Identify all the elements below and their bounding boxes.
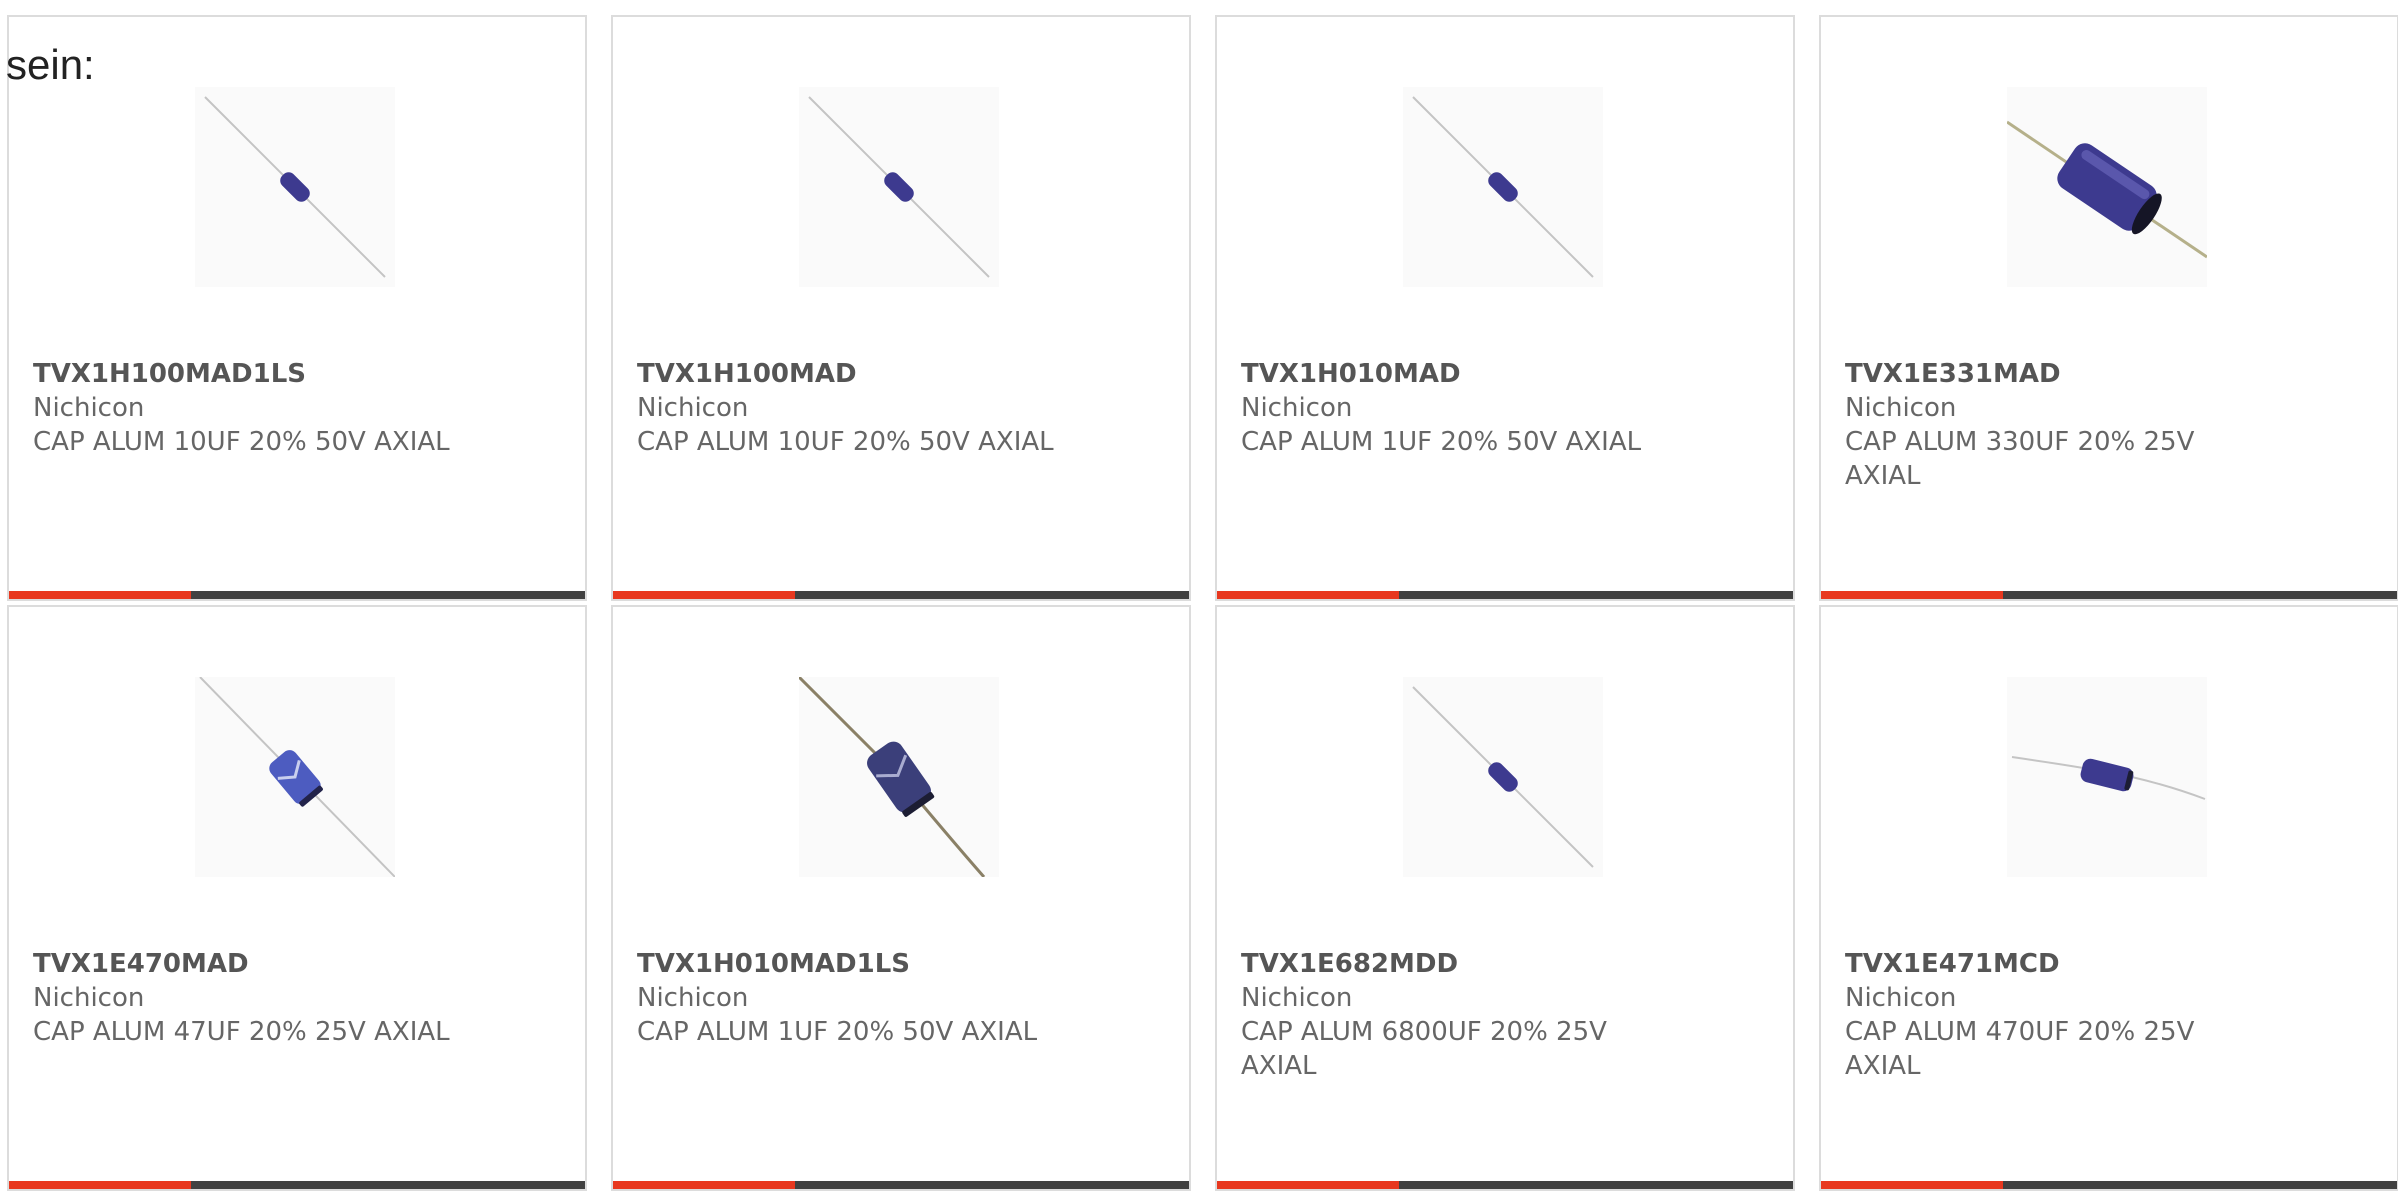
product-image[interactable] — [1403, 87, 1603, 287]
capacitor-small-icon — [1412, 686, 1594, 868]
card-accent-bar — [1821, 1181, 2397, 1189]
manufacturer: Nichicon — [637, 983, 749, 1013]
card-accent-bar — [9, 1181, 585, 1189]
product-image[interactable] — [2007, 87, 2207, 287]
capacitor-sleeved-icon — [199, 677, 395, 877]
description: CAP ALUM 10UF 20% 50V AXIAL — [33, 427, 450, 457]
product-grid: TVX1H100MAD1LS Nichicon CAP ALUM 10UF 20… — [7, 15, 2398, 1191]
part-number[interactable]: TVX1H010MAD — [1241, 357, 1761, 391]
product-card[interactable]: TVX1E470MAD Nichicon CAP ALUM 47UF 20% 2… — [7, 605, 587, 1191]
product-image[interactable] — [799, 87, 999, 287]
part-number[interactable]: TVX1E682MDD — [1241, 947, 1761, 981]
product-card[interactable]: TVX1H010MAD1LS Nichicon CAP ALUM 1UF 20%… — [611, 605, 1191, 1191]
capacitor-small-icon — [1412, 96, 1594, 278]
product-card[interactable]: TVX1H010MAD Nichicon CAP ALUM 1UF 20% 50… — [1215, 15, 1795, 601]
capacitor-small-icon — [204, 96, 386, 278]
product-card[interactable]: TVX1H100MAD Nichicon CAP ALUM 10UF 20% 5… — [611, 15, 1191, 601]
product-card[interactable]: TVX1E331MAD Nichicon CAP ALUM 330UF 20% … — [1819, 15, 2398, 601]
card-accent-bar — [613, 591, 1189, 599]
intro-text: sein: — [6, 41, 95, 88]
manufacturer: Nichicon — [637, 393, 749, 423]
product-card[interactable]: TVX1E682MDD Nichicon CAP ALUM 6800UF 20%… — [1215, 605, 1795, 1191]
part-number[interactable]: TVX1H010MAD1LS — [637, 947, 1157, 981]
card-accent-bar — [613, 1181, 1189, 1189]
product-card[interactable]: TVX1E471MCD Nichicon CAP ALUM 470UF 20% … — [1819, 605, 2398, 1191]
manufacturer: Nichicon — [1845, 393, 1957, 423]
manufacturer: Nichicon — [33, 393, 145, 423]
capacitor-horizontal-icon — [2011, 756, 2206, 800]
part-number[interactable]: TVX1E331MAD — [1845, 357, 2365, 391]
capacitor-small-icon — [808, 96, 990, 278]
part-number[interactable]: TVX1E471MCD — [1845, 947, 2365, 981]
product-image[interactable] — [195, 87, 395, 287]
product-card[interactable]: TVX1H100MAD1LS Nichicon CAP ALUM 10UF 20… — [7, 15, 587, 601]
description: CAP ALUM 1UF 20% 50V AXIAL — [1241, 427, 1642, 457]
card-accent-bar — [9, 591, 585, 599]
product-image[interactable] — [2007, 677, 2207, 877]
product-image[interactable] — [195, 677, 395, 877]
manufacturer: Nichicon — [1845, 983, 1957, 1013]
description: CAP ALUM 470UF 20% 25V AXIAL — [1845, 1017, 2195, 1081]
manufacturer: Nichicon — [33, 983, 145, 1013]
product-image[interactable] — [799, 677, 999, 877]
description: CAP ALUM 10UF 20% 50V AXIAL — [637, 427, 1054, 457]
description: CAP ALUM 330UF 20% 25V AXIAL — [1845, 427, 2195, 491]
card-accent-bar — [1217, 591, 1793, 599]
card-accent-bar — [1821, 591, 2397, 599]
part-number[interactable]: TVX1E470MAD — [33, 947, 553, 981]
part-number[interactable]: TVX1H100MAD — [637, 357, 1157, 391]
description: CAP ALUM 6800UF 20% 25V AXIAL — [1241, 1017, 1607, 1081]
description: CAP ALUM 1UF 20% 50V AXIAL — [637, 1017, 1038, 1047]
capacitor-large-icon — [2007, 120, 2207, 259]
manufacturer: Nichicon — [1241, 393, 1353, 423]
card-accent-bar — [1217, 1181, 1793, 1189]
description: CAP ALUM 47UF 20% 25V AXIAL — [33, 1017, 450, 1047]
manufacturer: Nichicon — [1241, 983, 1353, 1013]
part-number[interactable]: TVX1H100MAD1LS — [33, 357, 553, 391]
capacitor-sleeved-dark-icon — [799, 677, 986, 877]
product-image[interactable] — [1403, 677, 1603, 877]
